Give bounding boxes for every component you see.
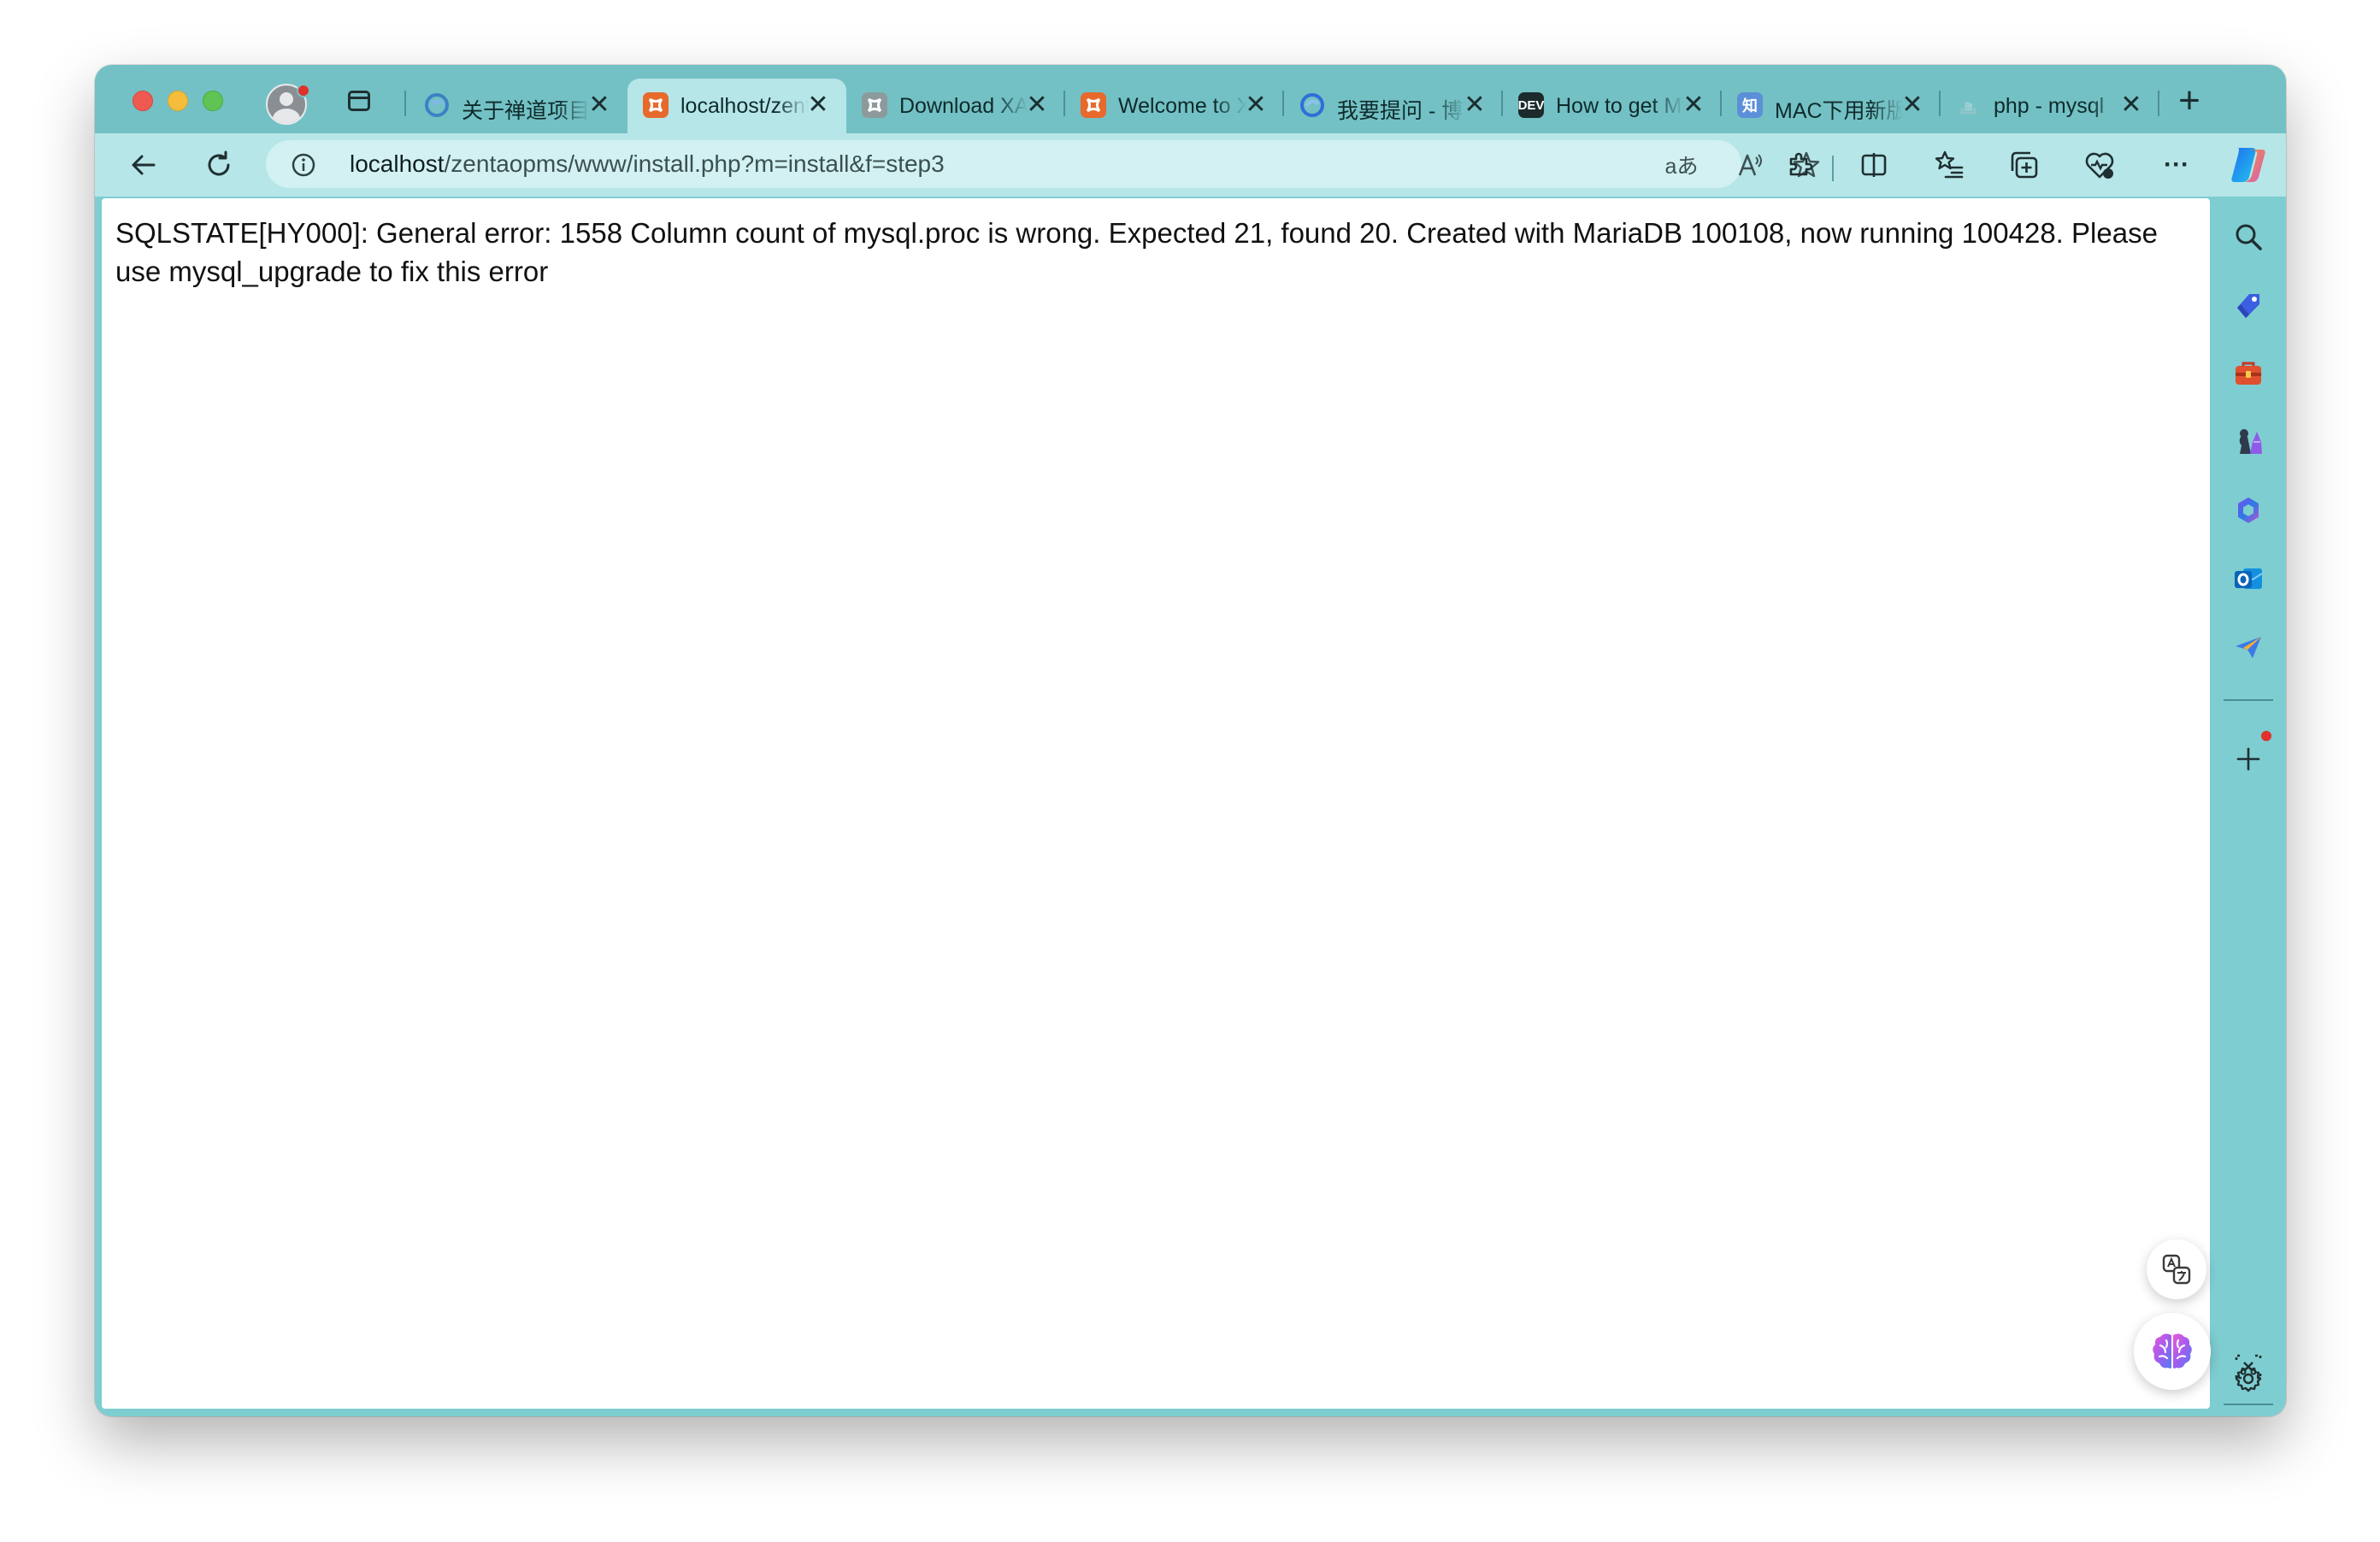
sql-error-message: SQLSTATE[HY000]: General error: 1558 Col… — [115, 217, 2158, 287]
page-content: SQLSTATE[HY000]: General error: 1558 Col… — [102, 198, 2211, 1409]
tab-title: How to get MySQL — [1556, 94, 1684, 118]
back-arrow-icon[interactable] — [122, 144, 165, 186]
shopping-tag-icon[interactable] — [2227, 284, 2270, 327]
tab-4[interactable]: Welcome to XAMPP ✕ — [1065, 79, 1284, 128]
minimize-window-button[interactable] — [168, 91, 188, 111]
translate-page-icon[interactable]: aあ — [1663, 148, 1700, 182]
search-icon[interactable] — [2227, 215, 2270, 258]
tab-title: localhost/zentaopms — [680, 94, 809, 118]
tab-7[interactable]: 知 MAC下用新版本 ✕ — [1722, 79, 1941, 128]
new-feature-dot — [2261, 731, 2271, 741]
url-host: localhost — [350, 150, 445, 177]
zhihu-icon: 知 — [1737, 92, 1763, 118]
ai-brain-floating-button[interactable] — [2134, 1313, 2211, 1390]
games-icon[interactable] — [2227, 421, 2270, 463]
close-tab-icon[interactable]: ✕ — [1460, 91, 1489, 120]
split-screen-icon[interactable] — [1853, 144, 1895, 186]
sidebar-settings-gear-icon[interactable] — [2227, 1357, 2270, 1400]
close-tab-icon[interactable]: ✕ — [804, 91, 833, 120]
close-tab-icon[interactable]: ✕ — [585, 91, 614, 120]
site-info-icon[interactable] — [292, 153, 315, 181]
tab-strip: 关于禅道项目管理软件安装 ✕ localhost/zentaopms ✕ Dow… — [95, 65, 2286, 133]
tab-title: Download XAMPP — [899, 94, 1028, 118]
read-aloud-icon[interactable] — [1733, 148, 1767, 182]
tab-3[interactable]: Download XAMPP ✕ — [846, 79, 1065, 128]
close-tab-icon[interactable]: ✕ — [1898, 91, 1927, 120]
translate-floating-button[interactable] — [2147, 1239, 2206, 1299]
address-bar[interactable]: localhost/zentaopms/www/install.php?m=in… — [266, 140, 1820, 188]
edge-icon — [1299, 92, 1325, 118]
copilot-icon[interactable] — [2210, 138, 2286, 191]
tab-title: 关于禅道项目管理软件安装 — [462, 99, 590, 123]
microsoft-365-icon[interactable] — [2227, 489, 2270, 532]
new-tab-button[interactable]: + — [2171, 82, 2208, 120]
xampp-icon — [1081, 92, 1106, 118]
edge-sidebar — [2210, 198, 2286, 1416]
dev-icon: DEV — [1518, 92, 1544, 118]
send-paper-plane-icon[interactable] — [2227, 626, 2270, 668]
tab-1[interactable]: 关于禅道项目管理软件安装 ✕ — [409, 79, 627, 128]
more-options-icon[interactable]: ··· — [2155, 144, 2198, 186]
tab-title: php - mysql — [1994, 94, 2105, 118]
edge-icon — [424, 92, 450, 118]
close-window-button[interactable] — [133, 91, 153, 111]
navigation-toolbar: localhost/zentaopms/www/install.php?m=in… — [95, 133, 2286, 197]
profile-notification-dot — [297, 84, 310, 97]
fullscreen-window-button[interactable] — [203, 91, 223, 111]
close-tab-icon[interactable]: ✕ — [2117, 91, 2146, 120]
add-sidebar-app-icon[interactable] — [2227, 738, 2270, 780]
url-text[interactable]: localhost/zentaopms/www/install.php?m=in… — [350, 150, 945, 178]
outlook-icon[interactable] — [2227, 557, 2270, 600]
browser-window: 关于禅道项目管理软件安装 ✕ localhost/zentaopms ✕ Dow… — [95, 65, 2286, 1416]
xampp-icon — [862, 92, 887, 118]
tab-title: Welcome to XAMPP — [1118, 94, 1246, 118]
tab-actions-button[interactable] — [348, 91, 370, 111]
tab-5[interactable]: 我要提问 - 博客 ✕ — [1284, 79, 1503, 128]
xampp-icon — [643, 92, 669, 118]
tab-title: 我要提问 - 博客 — [1337, 99, 1465, 123]
tab-8[interactable]: php - mysql ✕ — [1941, 79, 2159, 128]
close-tab-icon[interactable]: ✕ — [1022, 91, 1052, 120]
url-path: /zentaopms/www/install.php?m=install&f=s… — [444, 150, 945, 177]
extensions-puzzle-icon[interactable] — [1777, 144, 1820, 186]
tab-title: MAC下用新版本 — [1775, 99, 1903, 123]
collections-icon[interactable] — [2003, 144, 2046, 186]
close-tab-icon[interactable]: ✕ — [1679, 91, 1708, 120]
refresh-icon[interactable] — [197, 144, 240, 186]
tab-6[interactable]: DEV How to get MySQL ✕ — [1503, 79, 1722, 128]
favorites-list-icon[interactable] — [1928, 144, 1971, 186]
browser-essentials-icon[interactable] — [2078, 144, 2121, 186]
tools-briefcase-icon[interactable] — [2227, 352, 2270, 395]
tab-2-active[interactable]: localhost/zentaopms ✕ — [627, 79, 846, 133]
stackoverflow-icon — [1956, 92, 1982, 118]
close-tab-icon[interactable]: ✕ — [1241, 91, 1270, 120]
